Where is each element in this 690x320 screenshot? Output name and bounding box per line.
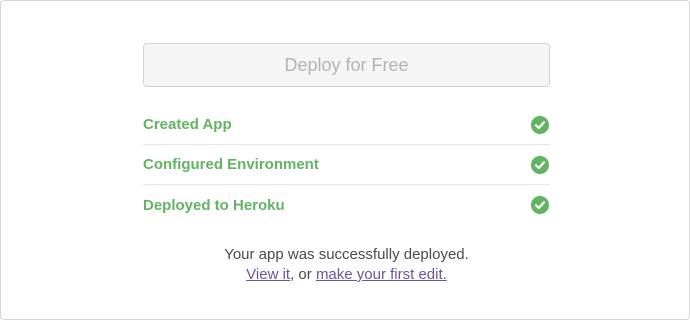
view-it-link[interactable]: View it	[246, 266, 290, 283]
success-text: Your app was successfully deployed.	[224, 246, 469, 263]
step-label: Configured Environment	[143, 156, 319, 173]
deploy-for-free-button[interactable]: Deploy for Free	[143, 43, 550, 87]
deploy-card: Deploy for Free Created App Configured E…	[0, 0, 690, 320]
step-label: Created App	[143, 116, 232, 133]
check-circle-icon	[531, 196, 549, 214]
step-created-app: Created App	[143, 105, 550, 145]
deploy-panel: Deploy for Free Created App Configured E…	[143, 43, 550, 285]
deploy-steps-list: Created App Configured Environment Deplo…	[143, 105, 550, 225]
link-separator: , or	[290, 266, 316, 283]
check-circle-icon	[531, 115, 549, 134]
step-label: Deployed to Heroku	[143, 196, 285, 214]
result-links: View it, or make your first edit.	[143, 265, 550, 285]
step-configured-environment: Configured Environment	[143, 145, 550, 185]
step-deployed-to-heroku: Deployed to Heroku	[143, 185, 550, 225]
first-edit-link[interactable]: make your first edit.	[316, 266, 447, 283]
deploy-result-message: Your app was successfully deployed. View…	[143, 245, 550, 285]
check-circle-icon	[531, 155, 549, 174]
